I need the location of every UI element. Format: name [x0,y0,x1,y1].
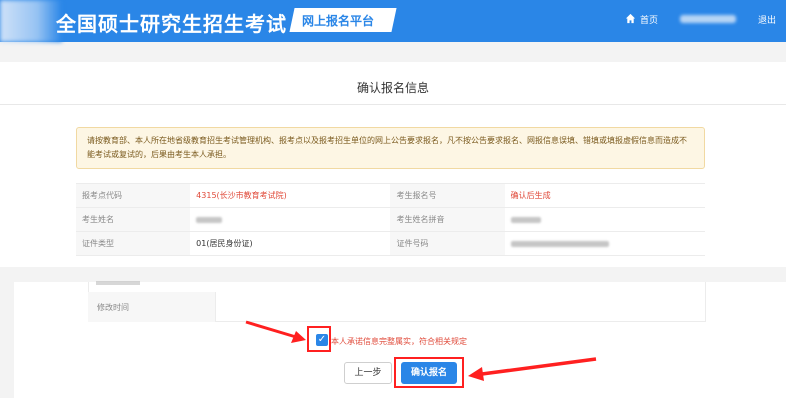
site-title: 全国硕士研究生招生考试 [56,12,287,36]
id-type: 01(居民身份证) [190,231,391,256]
title-divider [0,104,786,105]
home-icon[interactable] [625,13,636,24]
table-row: 证件类型 01(居民身份证) 证件号码 [76,231,705,256]
candidate-pinyin [504,207,705,232]
notice-box: 请按教育部、本人所在地省级教育招生考试管理机构、报考点以及报考招生单位的网上公告… [76,127,705,169]
platform-tag: 网上报名平台 [302,14,375,28]
home-link[interactable]: 首页 [640,13,658,26]
redacted-value [510,216,541,223]
previous-step-button[interactable]: 上一步 [344,362,392,384]
checkbox-highlight [307,326,331,352]
info-table: 报考点代码 4315(长沙市教育考试院) 考生报名号 确认后生成 考生姓名 考生… [76,183,705,256]
agreement-label: 本人承诺信息完整属实，符合相关规定 [331,337,467,346]
cell-label: 考生报名号 [390,183,505,208]
user-name [680,15,736,23]
table-row: 考生姓名 考生姓名拼音 [76,207,705,232]
cell-label: 考生姓名拼音 [390,207,505,232]
cut-off-text [96,281,140,285]
exam-site-code: 4315(长沙市教育考试院) [190,183,391,208]
redacted-value [196,216,223,223]
cell-label: 报考点代码 [76,183,191,208]
cell-label: 证件类型 [76,231,191,256]
button-highlight [394,357,464,388]
page-title: 确认报名信息 [356,81,429,95]
cell-label: 证件号码 [390,231,505,256]
cell-label: 考生姓名 [76,207,191,232]
table-row: 报考点代码 4315(长沙市教育考试院) 考生报名号 确认后生成 [76,183,705,208]
modify-time-label: 修改时间 [97,303,129,312]
registration-number: 确认后生成 [504,183,705,208]
logout-link[interactable]: 退出 [758,13,776,26]
candidate-name [190,207,391,232]
id-number [504,231,705,256]
redacted-value [510,240,609,247]
site-logo [0,0,62,42]
